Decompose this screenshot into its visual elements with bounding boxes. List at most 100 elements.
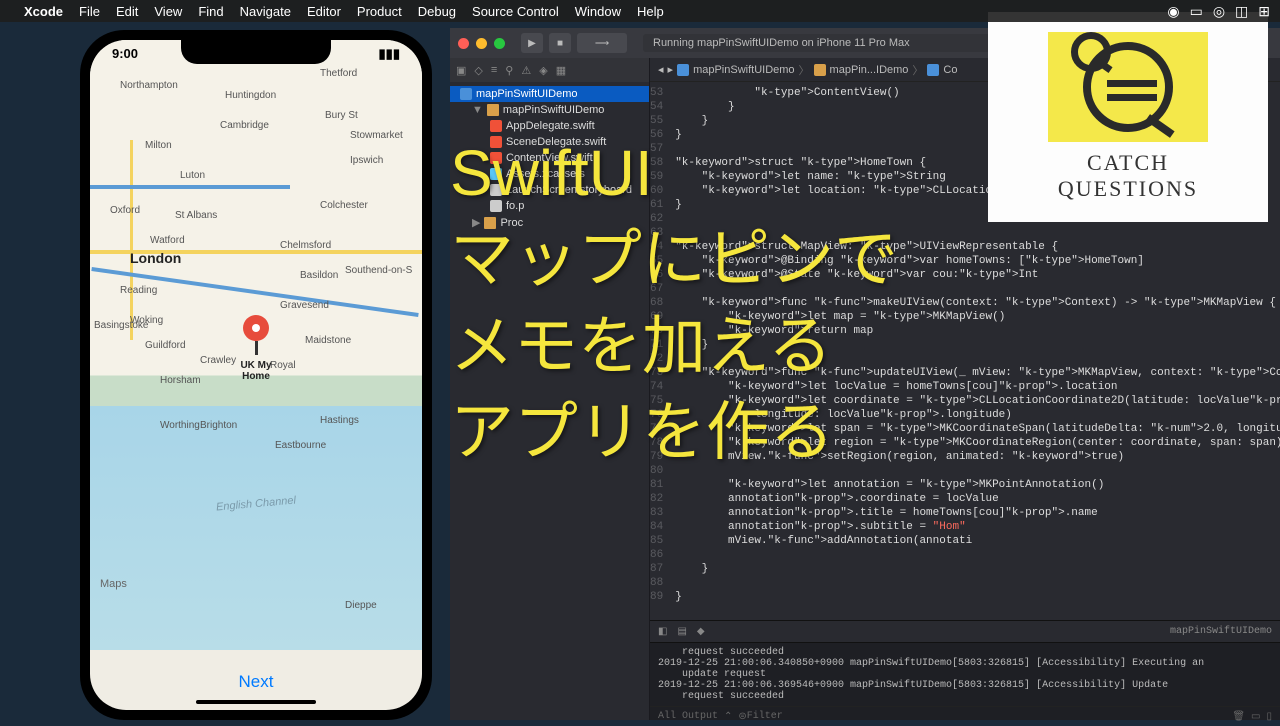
line-gutter: 53 54 55 56 57 58 59 60 61 62 63 64 65 6… (650, 82, 669, 620)
city-label: Colchester (320, 200, 368, 211)
city-label: Chelmsford (280, 240, 331, 251)
menubar-right: ◉ ▭ ◎ ◫ ⊞ (1167, 3, 1270, 20)
city-label: Dieppe (345, 600, 377, 611)
console-filter-input[interactable]: Filter (747, 711, 783, 722)
maps-attribution: Maps (100, 578, 127, 590)
city-label: Worthing (160, 420, 200, 431)
city-label: London (130, 250, 181, 266)
folder-item: ▼mapPinSwiftUIDemo (450, 102, 649, 118)
channel-logo: CATCH QUESTIONS (988, 12, 1268, 222)
menu-view[interactable]: View (154, 4, 182, 19)
city-label: Huntingdon (225, 90, 276, 101)
menu-app[interactable]: Xcode (24, 4, 63, 19)
file-appdelegate: AppDelegate.swift (450, 118, 649, 134)
menu-find[interactable]: Find (198, 4, 223, 19)
phone-notch (181, 40, 331, 64)
city-label: Stowmarket (350, 130, 403, 141)
find-tab-icon[interactable]: ⚲ (505, 64, 513, 77)
city-label: St Albans (175, 210, 217, 221)
file-scenedelegate: SceneDelegate.swift (450, 134, 649, 150)
home-indicator[interactable] (196, 700, 316, 704)
console-target: mapPinSwiftUIDemo (1170, 626, 1272, 637)
minimize-icon[interactable] (476, 38, 487, 49)
breakpoint-icon[interactable]: ◆ (697, 626, 705, 638)
products-folder: ▶Proc (450, 214, 649, 231)
close-icon[interactable] (458, 38, 469, 49)
project-root: mapPinSwiftUIDemo (450, 86, 649, 102)
city-label: Basildon (300, 270, 338, 281)
scm-tab-icon[interactable]: ◇ (474, 64, 482, 77)
debug-tab-icon[interactable]: ▦ (556, 64, 566, 77)
jump-fwd-icon[interactable]: ▸ (668, 63, 674, 76)
city-label: Oxford (110, 205, 140, 216)
console-output[interactable]: request succeeded 2019-12-25 21:00:06.34… (650, 643, 1280, 706)
city-label: Southend-on-S (345, 265, 412, 276)
window-traffic-lights[interactable] (458, 38, 505, 49)
trash-icon[interactable]: 🗑 ▭ ▯ (1232, 711, 1272, 723)
menu-help[interactable]: Help (637, 4, 664, 19)
console-icon[interactable]: ▤ (677, 626, 686, 638)
menu-window[interactable]: Window (575, 4, 621, 19)
status-time: 9:00 (112, 46, 138, 62)
issue-tab-icon[interactable]: ⚠ (521, 64, 531, 77)
menu-source-control[interactable]: Source Control (472, 4, 559, 19)
menu-navigate[interactable]: Navigate (240, 4, 291, 19)
menu-debug[interactable]: Debug (418, 4, 456, 19)
run-button[interactable]: ▶ (521, 33, 543, 53)
map-pin[interactable] (243, 315, 269, 355)
scheme-selector[interactable]: ⟶ (577, 33, 627, 53)
city-label: Thetford (320, 68, 357, 79)
iphone-simulator: 9:00 ▮▮▮ LondonCambridgeIpswichColcheste… (80, 30, 432, 720)
menu-edit[interactable]: Edit (116, 4, 138, 19)
debug-console[interactable]: ◧ ▤ ◆ mapPinSwiftUIDemo request succeede… (650, 620, 1280, 720)
city-label: Bury St (325, 110, 358, 121)
next-button[interactable]: Next (239, 672, 274, 692)
city-label: Eastbourne (275, 440, 326, 451)
file-tree[interactable]: mapPinSwiftUIDemo ▼mapPinSwiftUIDemo App… (450, 82, 649, 235)
menu-product[interactable]: Product (357, 4, 402, 19)
activity-status: Running mapPinSwiftUIDemo on iPhone 11 P… (643, 34, 993, 52)
navigator-tabs[interactable]: ▣ ◇ ≡ ⚲ ⚠ ◈ ▦ (450, 58, 649, 82)
map-view[interactable]: LondonCambridgeIpswichColchesterChelmsfo… (90, 40, 422, 650)
jump-back-icon[interactable]: ◂ (658, 63, 664, 76)
console-footer[interactable]: All Output ⌃ ⊜ Filter 🗑 ▭ ▯ (650, 706, 1280, 726)
console-tabs[interactable]: ◧ ▤ ◆ mapPinSwiftUIDemo (650, 621, 1280, 643)
project-navigator[interactable]: ▣ ◇ ≡ ⚲ ⚠ ◈ ▦ mapPinSwiftUIDemo ▼mapPinS… (450, 58, 650, 720)
pin-annotation: UK MyHome (240, 360, 271, 382)
city-label: Luton (180, 170, 205, 181)
project-icon (677, 64, 689, 76)
city-label: Brighton (200, 420, 237, 431)
folder-icon (814, 64, 826, 76)
cast-icon[interactable]: ◫ (1235, 3, 1248, 20)
macos-menubar: Xcode File Edit View Find Navigate Edito… (0, 0, 1280, 22)
screen-icon[interactable]: ▭ (1190, 3, 1203, 20)
record-icon[interactable]: ◉ (1167, 3, 1179, 20)
city-label: Guildford (145, 340, 186, 351)
city-label: Basingstoke (94, 320, 148, 331)
menu-editor[interactable]: Editor (307, 4, 341, 19)
variables-icon[interactable]: ◧ (658, 626, 667, 638)
magnifier-q-icon (1083, 42, 1173, 132)
phone-screen[interactable]: 9:00 ▮▮▮ LondonCambridgeIpswichColcheste… (90, 40, 422, 710)
folder-tab-icon[interactable]: ▣ (456, 64, 466, 77)
test-tab-icon[interactable]: ◈ (539, 64, 547, 77)
city-label: Reading (120, 285, 157, 296)
city-label: Northampton (120, 80, 178, 91)
menu-file[interactable]: File (79, 4, 100, 19)
city-label: Ipswich (350, 155, 383, 166)
symbol-tab-icon[interactable]: ≡ (491, 64, 497, 76)
camera-icon[interactable]: ◎ (1213, 3, 1225, 20)
file-assets: Assets.xcassets (450, 166, 649, 182)
city-label: Gravesend (280, 300, 329, 311)
output-filter[interactable]: All Output (658, 711, 718, 722)
city-label: Hastings (320, 415, 359, 426)
city-label: Crawley (200, 355, 236, 366)
stop-button[interactable]: ■ (549, 33, 571, 53)
file-info: fo.p (450, 198, 649, 214)
pin-head-icon (243, 315, 269, 341)
city-label: Watford (150, 235, 185, 246)
zoom-icon[interactable] (494, 38, 505, 49)
grid-icon[interactable]: ⊞ (1258, 3, 1270, 20)
logo-graphic (1048, 32, 1208, 142)
city-label: Maidstone (305, 335, 351, 346)
